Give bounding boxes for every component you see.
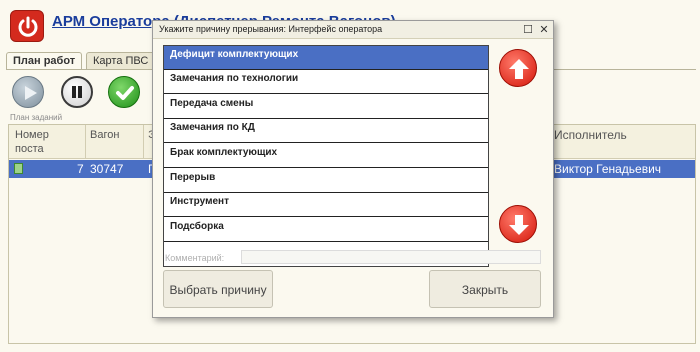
scroll-down-button[interactable] [499, 205, 537, 243]
pause-icon[interactable] [61, 76, 93, 108]
tab-work-plan[interactable]: План работ [6, 52, 82, 70]
arrow-down-icon [509, 215, 529, 235]
arrow-up-icon [509, 59, 529, 79]
cell-executor: Виктор Генадьевич [554, 162, 662, 176]
play-icon[interactable] [12, 76, 44, 108]
scroll-up-button[interactable] [499, 49, 537, 87]
list-item[interactable]: Дефицит комплектующих [164, 46, 488, 70]
document-icon [14, 163, 23, 174]
group-label: План заданий [10, 113, 63, 122]
list-item[interactable]: Передача смены [164, 95, 488, 119]
interrupt-reason-dialog: Укажите причину прерывания: Интерфейс оп… [152, 20, 554, 318]
list-item[interactable]: Брак комплектующих [164, 144, 488, 168]
header-executor[interactable]: Исполнитель [554, 128, 627, 142]
list-item[interactable]: Инструмент [164, 193, 488, 217]
tab-pvs-map[interactable]: Карта ПВС [86, 52, 156, 70]
comment-input[interactable] [241, 250, 541, 264]
power-icon [18, 16, 38, 37]
maximize-icon[interactable]: ☐ [521, 23, 535, 37]
cell-wagon: 30747 [90, 162, 124, 176]
list-item[interactable]: Перерыв [164, 169, 488, 193]
power-button[interactable] [10, 10, 44, 42]
list-item[interactable]: Подсборка [164, 218, 488, 242]
close-button[interactable]: Закрыть [429, 270, 541, 308]
list-item[interactable]: Замечания по КД [164, 119, 488, 143]
dialog-titlebar[interactable]: Укажите причину прерывания: Интерфейс оп… [153, 21, 553, 39]
check-icon[interactable] [108, 76, 140, 108]
reason-list[interactable]: Дефицит комплектующих Замечания по техно… [163, 45, 489, 267]
list-item[interactable]: Замечания по технологии [164, 70, 488, 94]
dialog-title: Укажите причину прерывания: Интерфейс оп… [159, 24, 383, 34]
header-wagon[interactable]: Вагон [90, 128, 119, 142]
header-post-number[interactable]: Номер поста [15, 128, 75, 156]
cell-post: 7 [77, 162, 84, 176]
close-icon[interactable]: ✕ [537, 23, 551, 37]
comment-label: Комментарий: [165, 253, 225, 263]
choose-reason-button[interactable]: Выбрать причину [163, 270, 273, 308]
